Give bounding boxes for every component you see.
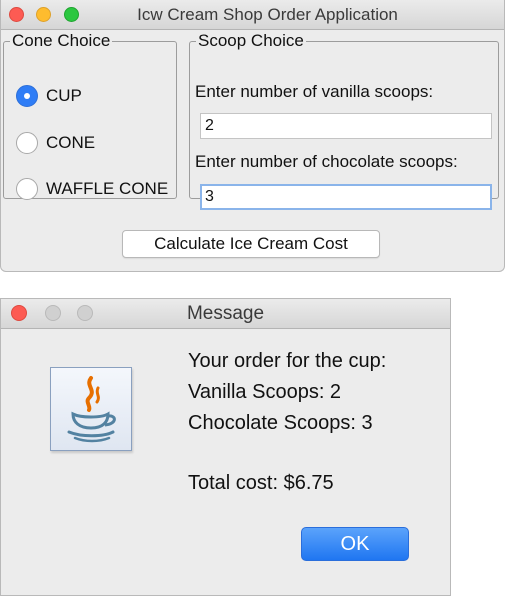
radio-label-cone: CONE bbox=[46, 133, 96, 152]
radio-button-cup[interactable] bbox=[16, 85, 38, 107]
radio-label-cup: CUP bbox=[46, 86, 82, 105]
ok-button[interactable]: OK bbox=[301, 527, 409, 561]
vanilla-scoops-label: Enter number of vanilla scoops: bbox=[195, 82, 434, 101]
order-summary-line: Your order for the cup: bbox=[188, 350, 387, 372]
window-title: Icw Cream Shop Order Application bbox=[137, 5, 398, 24]
chocolate-scoops-line: Chocolate Scoops: 3 bbox=[188, 412, 373, 434]
scoop-choice-group: Scoop Choice Enter number of vanilla sco… bbox=[189, 31, 499, 210]
radio-label-waffle-cone: WAFFLE CONE bbox=[46, 179, 169, 198]
scoop-choice-legend: Scoop Choice bbox=[198, 31, 304, 50]
total-cost-line: Total cost: $6.75 bbox=[188, 472, 334, 494]
vanilla-scoops-input[interactable]: 2 bbox=[200, 113, 492, 139]
chocolate-scoops-label: Enter number of chocolate scoops: bbox=[195, 152, 458, 171]
dialog-title-bar: Message bbox=[1, 299, 450, 329]
calculate-cost-button[interactable]: Calculate Ice Cream Cost bbox=[122, 230, 380, 258]
vanilla-scoops-line: Vanilla Scoops: 2 bbox=[188, 381, 342, 403]
radio-option-waffle-cone[interactable]: WAFFLE CONE bbox=[16, 178, 168, 200]
radio-button-cone[interactable] bbox=[16, 132, 38, 154]
app-window: Icw Cream Shop Order Application Cone Ch… bbox=[0, 0, 505, 272]
title-bar: Icw Cream Shop Order Application bbox=[1, 0, 504, 30]
radio-option-cone[interactable]: CONE bbox=[16, 132, 95, 154]
radio-option-cup[interactable]: CUP bbox=[16, 85, 82, 107]
radio-button-waffle-cone[interactable] bbox=[16, 178, 38, 200]
dialog-title: Message bbox=[186, 303, 265, 324]
chocolate-scoops-input[interactable]: 3 bbox=[200, 184, 492, 210]
message-dialog: Message Your order for the cup: Vanilla … bbox=[0, 298, 451, 596]
java-coffee-cup-icon bbox=[50, 367, 132, 451]
cone-choice-legend: Cone Choice bbox=[12, 31, 111, 50]
cone-choice-group: Cone Choice CUP CONE WAFFLE CONE bbox=[3, 31, 177, 200]
